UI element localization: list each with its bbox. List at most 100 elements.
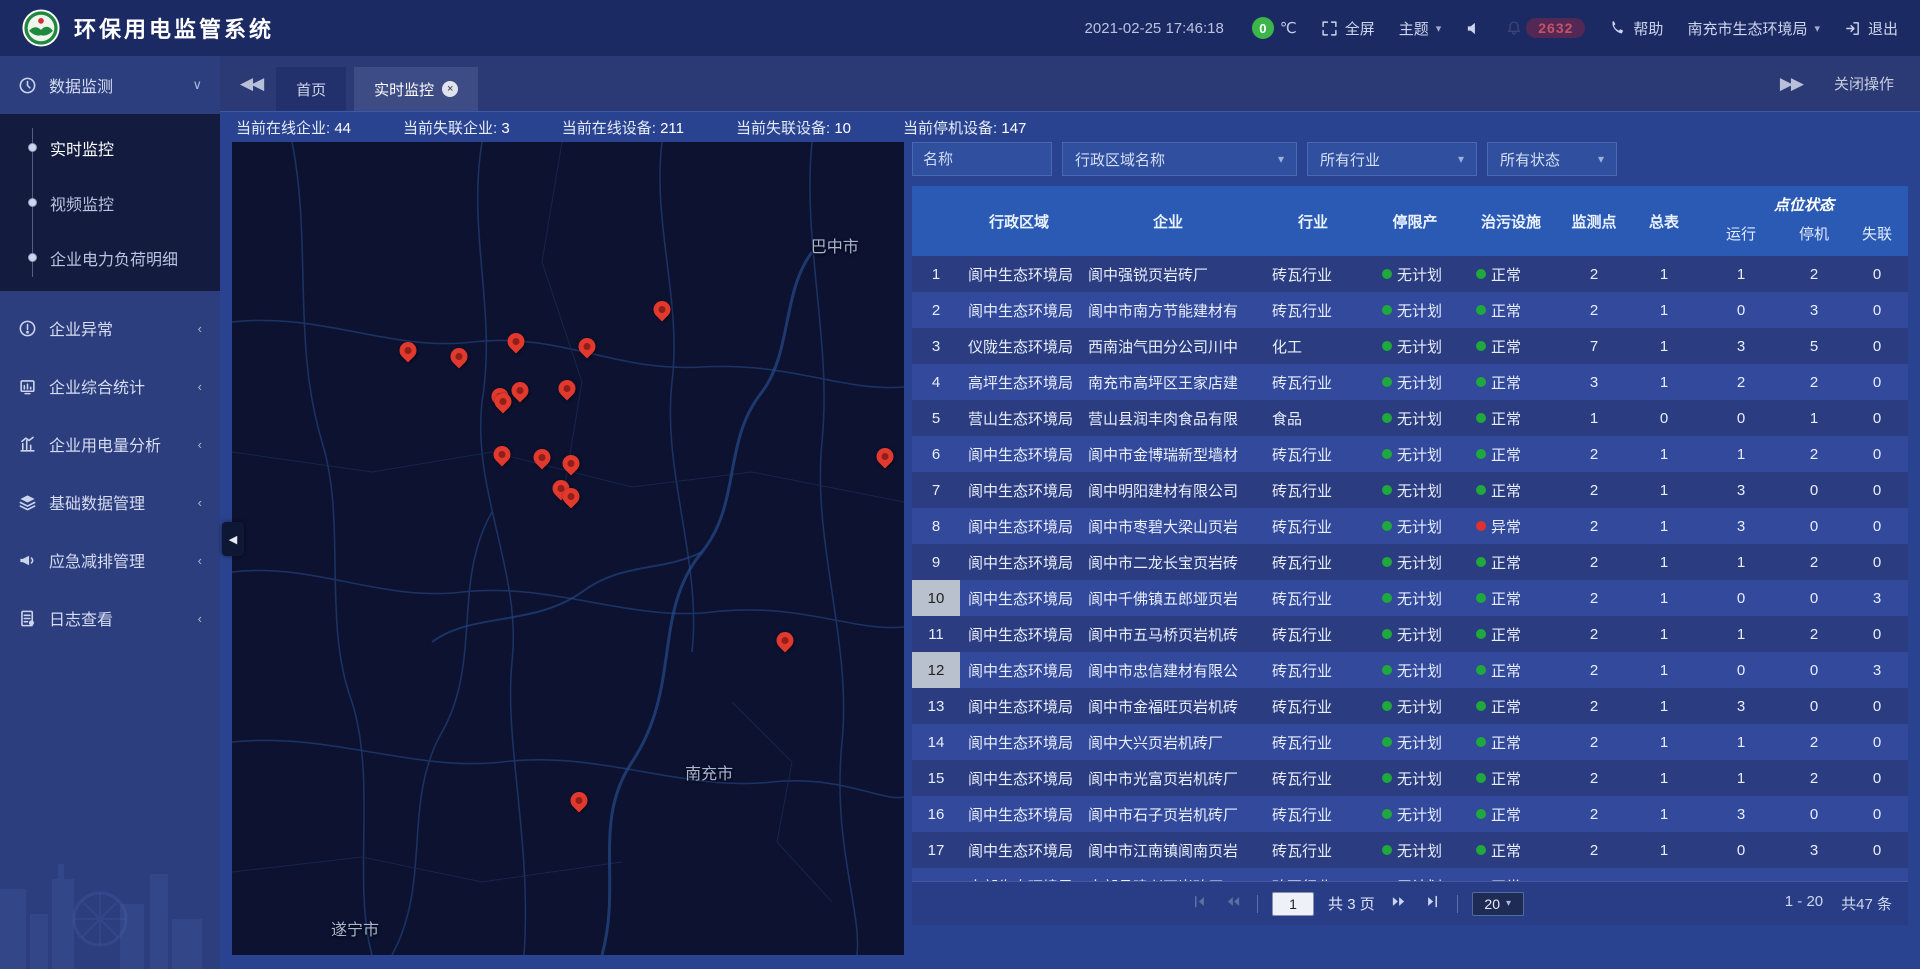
col-header-meters: 总表 [1628, 186, 1700, 256]
table-row[interactable]: 4 高坪生态环境局 南充市高坪区王家店建 砖瓦行业 无计划 正常 3 1 2 2… [912, 364, 1908, 400]
map-city-label: 遂宁市 [331, 916, 379, 940]
facility-status-dot [1476, 305, 1486, 315]
tabs-scroll-right-button[interactable]: ▶▶ [1774, 74, 1808, 94]
tab-home[interactable]: 首页 [276, 67, 346, 111]
tabs-scroll-left-button[interactable]: ◀◀ [234, 74, 268, 94]
tab-label: 实时监控 [374, 79, 434, 100]
sidebar-item-enterprise-abnormal[interactable]: 企业异常‹ [0, 299, 220, 357]
chevron-left-icon: ‹ [198, 379, 202, 394]
limit-status-dot [1382, 413, 1392, 423]
top-header: 环保用电监管系统 2021-02-25 17:46:18 0 ℃ 全屏 主题 ▾… [0, 0, 1920, 56]
first-page-button[interactable] [1189, 894, 1209, 914]
limit-status-dot [1382, 377, 1392, 387]
app-title: 环保用电监管系统 [74, 12, 274, 44]
filter-bar: 行政区域名称 ▾ 所有行业 ▾ 所有状态 ▾ [912, 142, 1908, 178]
help-button[interactable]: 帮助 [1609, 18, 1663, 39]
bell-icon [1506, 20, 1522, 36]
table-row[interactable]: 7 阆中生态环境局 阆中明阳建材有限公司 砖瓦行业 无计划 正常 2 1 3 0… [912, 472, 1908, 508]
chevron-left-icon: ‹ [198, 553, 202, 568]
sidebar-item-power-usage-analysis[interactable]: 企业用电量分析‹ [0, 415, 220, 473]
table-row[interactable]: 16 阆中生态环境局 阆中市石子页岩机砖厂 砖瓦行业 无计划 正常 2 1 3 … [912, 796, 1908, 832]
user-org-label: 南充市生态环境局 [1687, 18, 1807, 39]
sidebar-subitem-video-monitoring[interactable]: 视频监控 [0, 175, 220, 230]
tab-close-icon[interactable]: × [442, 81, 458, 97]
sidebar-item-basic-data-management[interactable]: 基础数据管理‹ [0, 473, 220, 531]
temperature-widget: 0 ℃ [1252, 17, 1297, 39]
sidebar-subitem-realtime-monitoring[interactable]: 实时监控 [0, 120, 220, 175]
logout-button[interactable]: 退出 [1844, 18, 1898, 39]
table-row[interactable]: 8 阆中生态环境局 阆中市枣碧大梁山页岩 砖瓦行业 无计划 异常 2 1 3 0… [912, 508, 1908, 544]
page-number-input[interactable] [1272, 892, 1314, 916]
map[interactable]: 巴中市南充市遂宁市 ◀ [232, 142, 904, 955]
facility-status-dot [1476, 593, 1486, 603]
sidebar-item-emergency-reduction[interactable]: 应急减排管理‹ [0, 531, 220, 589]
industry-select[interactable]: 所有行业 ▾ [1307, 142, 1477, 176]
chevron-down-icon: ▾ [1436, 22, 1442, 35]
limit-status-dot [1382, 557, 1392, 567]
theme-dropdown[interactable]: 主题 ▾ [1399, 18, 1442, 39]
limit-status-dot [1382, 809, 1392, 819]
table-row[interactable]: 15 阆中生态环境局 阆中市光富页岩机砖厂 砖瓦行业 无计划 正常 2 1 1 … [912, 760, 1908, 796]
table-row[interactable]: 18 南部生态环境局 南部县建兴页岩砖厂 砖瓦行业 无计划 正常 2 1 0 0… [912, 868, 1908, 881]
close-operations-button[interactable]: 关闭操作 [1834, 73, 1894, 94]
table-row[interactable]: 6 阆中生态环境局 阆中市金博瑞新型墙材 砖瓦行业 无计划 正常 2 1 1 2… [912, 436, 1908, 472]
sidebar-item-enterprise-statistics[interactable]: 企业综合统计 ‹ [0, 357, 220, 415]
pagination-controls: 共 3 页 20 ▾ [928, 892, 1785, 916]
table-row[interactable]: 9 阆中生态环境局 阆中市二龙长宝页岩砖 砖瓦行业 无计划 正常 2 1 1 2… [912, 544, 1908, 580]
col-header-limit: 停限产 [1368, 186, 1462, 256]
table-row[interactable]: 11 阆中生态环境局 阆中市五马桥页岩机砖 砖瓦行业 无计划 正常 2 1 1 … [912, 616, 1908, 652]
enterprise-panel: 行政区域名称 ▾ 所有行业 ▾ 所有状态 ▾ [912, 142, 1908, 925]
table-row[interactable]: 2 阆中生态环境局 阆中市南方节能建材有 砖瓦行业 无计划 正常 2 1 0 3… [912, 292, 1908, 328]
table-row[interactable]: 12 阆中生态环境局 阆中市忠信建材有限公 砖瓦行业 无计划 正常 2 1 0 … [912, 652, 1908, 688]
facility-status-dot [1476, 341, 1486, 351]
stats-icon [18, 377, 37, 396]
prev-page-button[interactable] [1223, 894, 1243, 914]
facility-status-dot [1476, 485, 1486, 495]
table-row[interactable]: 14 阆中生态环境局 阆中大兴页岩机砖厂 砖瓦行业 无计划 正常 2 1 1 2… [912, 724, 1908, 760]
mute-button[interactable] [1465, 20, 1482, 37]
collapse-panel-handle[interactable]: ◀ [222, 522, 244, 556]
facility-status-dot [1476, 449, 1486, 459]
log-icon [18, 609, 37, 628]
main-layout: 数据监测∨实时监控视频监控企业电力负荷明细企业异常‹企业综合统计‹企业用电量分析… [0, 56, 1920, 969]
table-row[interactable]: 5 营山生态环境局 营山县润丰肉食品有限 食品 无计划 正常 1 0 0 1 0 [912, 400, 1908, 436]
col-header-company: 企业 [1078, 186, 1258, 256]
user-org-dropdown[interactable]: 南充市生态环境局 ▾ [1687, 18, 1820, 39]
sidebar-item-label: 企业综合统计 [49, 374, 186, 398]
col-header-points: 监测点 [1560, 186, 1628, 256]
limit-status-dot [1382, 773, 1392, 783]
region-select[interactable]: 行政区域名称 ▾ [1062, 142, 1297, 176]
sidebar-item-data-monitoring[interactable]: 数据监测∨ [0, 56, 220, 114]
fullscreen-label: 全屏 [1345, 18, 1375, 39]
page-prev-icon [1226, 894, 1241, 913]
submenu-dot-icon [28, 253, 37, 262]
notifications-button[interactable]: 2632 [1506, 18, 1585, 38]
phone-icon [1609, 20, 1626, 37]
sidebar-item-log-view[interactable]: 日志查看‹ [0, 589, 220, 647]
facility-status-dot [1476, 377, 1486, 387]
table-row[interactable]: 10 阆中生态环境局 阆中千佛镇五郎垭页岩 砖瓦行业 无计划 正常 2 1 0 … [912, 580, 1908, 616]
facility-status-dot [1476, 269, 1486, 279]
tab-realtime[interactable]: 实时监控 × [354, 67, 478, 111]
table-row[interactable]: 17 阆中生态环境局 阆中市江南镇阆南页岩 砖瓦行业 无计划 正常 2 1 0 … [912, 832, 1908, 868]
facility-status-dot [1476, 665, 1486, 675]
status-select[interactable]: 所有状态 ▾ [1487, 142, 1617, 176]
sidebar-subitem-power-load-detail[interactable]: 企业电力负荷明细 [0, 230, 220, 285]
table-row[interactable]: 13 阆中生态环境局 阆中市金福旺页岩机砖 砖瓦行业 无计划 正常 2 1 3 … [912, 688, 1908, 724]
stat-value: 211 [660, 120, 684, 137]
pagination-divider [1457, 895, 1458, 913]
fullscreen-button[interactable]: 全屏 [1321, 18, 1375, 39]
limit-status-dot [1382, 665, 1392, 675]
table-body: 1 阆中生态环境局 阆中强锐页岩砖厂 砖瓦行业 无计划 正常 2 1 1 2 0… [912, 256, 1908, 881]
last-page-button[interactable] [1423, 894, 1443, 914]
next-page-button[interactable] [1389, 894, 1409, 914]
table-row[interactable]: 3 仪陇生态环境局 西南油气田分公司川中 化工 无计划 正常 7 1 3 5 0 [912, 328, 1908, 364]
stat-label: 当前在线设备: [562, 120, 660, 137]
tabs-host: 首页 实时监控 × [268, 67, 478, 111]
limit-status-dot [1382, 305, 1392, 315]
table-row[interactable]: 1 阆中生态环境局 阆中强锐页岩砖厂 砖瓦行业 无计划 正常 2 1 1 2 0 [912, 256, 1908, 292]
app-logo-icon [22, 9, 60, 47]
name-search-input[interactable] [912, 142, 1052, 176]
page-size-select[interactable]: 20 ▾ [1472, 892, 1524, 916]
help-label: 帮助 [1633, 18, 1663, 39]
